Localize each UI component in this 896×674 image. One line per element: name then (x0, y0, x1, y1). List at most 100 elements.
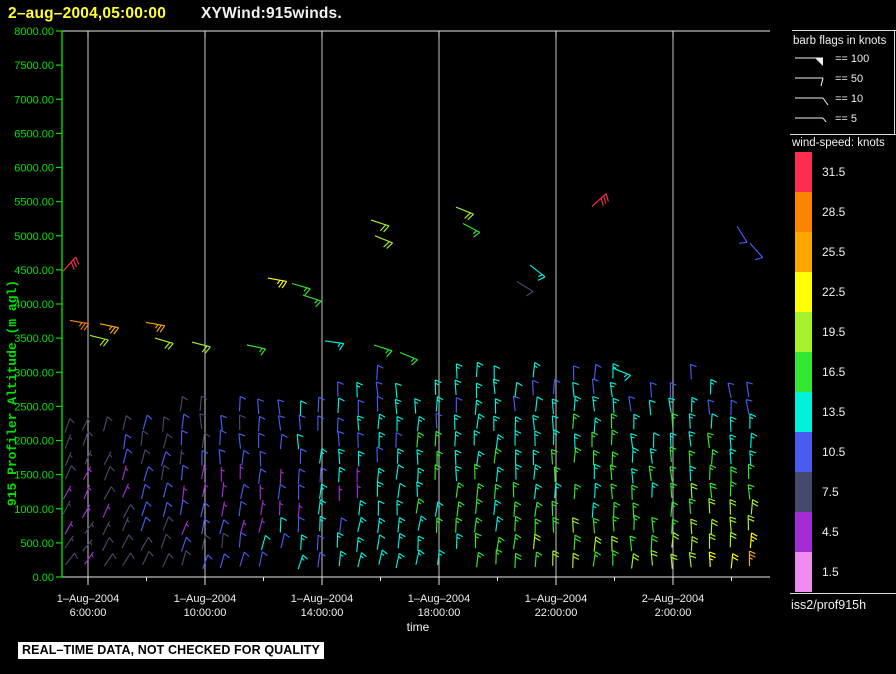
wind-barb (727, 382, 735, 398)
wind-barb (572, 552, 580, 569)
wind-barb (375, 381, 383, 398)
wind-barb (141, 501, 152, 517)
wind-barb (319, 515, 327, 532)
wind-barb (377, 500, 385, 516)
wind-barb (257, 398, 265, 415)
wind-barb (690, 482, 698, 499)
wind-barb (436, 450, 444, 467)
wind-barb (201, 464, 207, 480)
wind-barb (514, 430, 522, 446)
wind-barb (454, 449, 462, 466)
wind-barb (373, 344, 393, 358)
wind-barb (572, 517, 579, 533)
wind-barb (337, 430, 345, 447)
wind-barb (338, 466, 346, 483)
colorbar-swatch (795, 272, 812, 312)
x-axis-label: time (406, 620, 430, 634)
wind-barb (688, 551, 697, 568)
y-tick-label: 500.00 (20, 538, 54, 550)
wind-barb (648, 399, 656, 416)
wind-barb (219, 429, 227, 446)
colorbar-swatch (795, 552, 812, 592)
wind-barb (221, 482, 227, 498)
colorbar-title: wind-speed: knots (792, 137, 885, 149)
wind-barb (64, 465, 77, 480)
wind-barb (337, 381, 344, 397)
wind-barb (551, 415, 559, 431)
wind-barb (707, 432, 714, 448)
wind-barb (336, 532, 344, 548)
data-source-label: iss2/prof915h (791, 598, 867, 612)
colorbar-value: 4.5 (822, 525, 839, 539)
legend-separator-bottom (790, 593, 896, 594)
wind-barb (593, 417, 602, 433)
wind-barb (358, 500, 367, 516)
wind-barb (376, 446, 384, 463)
wind-barb (202, 554, 213, 570)
x-tick-time: 22:00:00 (535, 607, 578, 619)
wind-barb (474, 463, 481, 480)
wind-barb (612, 367, 631, 382)
wind-barb (514, 515, 522, 532)
wind-barb (122, 448, 133, 464)
wind-barb (650, 534, 658, 551)
title-datetime: 2–aug–2004,05:00:00 (8, 5, 167, 22)
wind-barb (709, 482, 717, 499)
wind-barb (397, 517, 406, 533)
wind-barb (631, 467, 638, 484)
wind-barb (670, 482, 678, 499)
wind-barb (221, 501, 228, 517)
colorbar-value: 22.5 (822, 285, 846, 299)
wind-barb (593, 536, 602, 552)
wind-barb (649, 381, 657, 398)
wind-barb (493, 415, 500, 432)
wind-barb (573, 483, 582, 500)
x-tick-time: 18:00:00 (418, 607, 461, 619)
wind-barb (609, 464, 617, 481)
legend-separator-mid (790, 134, 896, 135)
wind-barb (612, 362, 620, 379)
wind-barb (64, 434, 73, 449)
wind-barb (610, 413, 618, 429)
wind-barb (69, 319, 90, 331)
wind-barb (336, 417, 345, 433)
wind-barb (102, 521, 111, 536)
wind-barb (631, 447, 640, 463)
wind-barb (357, 450, 365, 467)
wind-barb (534, 430, 541, 447)
wind-barb (219, 553, 230, 569)
wind-barb (729, 531, 737, 548)
colorbar-swatch (795, 352, 812, 392)
wind-barb (416, 431, 425, 448)
wind-barb (258, 551, 268, 567)
wind-barb (532, 379, 539, 396)
wind-barb (629, 535, 637, 552)
wind-barb (493, 499, 502, 516)
wind-barb (64, 451, 73, 467)
wind-barb (356, 536, 365, 553)
wind-barb (610, 483, 618, 499)
wind-barb (298, 414, 306, 431)
wind-barb (454, 430, 462, 447)
wind-barb (730, 553, 739, 569)
wind-barb (374, 235, 393, 249)
wind-barb (241, 449, 250, 466)
wind-barb (455, 465, 462, 482)
wind-barb (356, 467, 361, 483)
wind-barb (257, 415, 266, 432)
x-tick-date: 2–Aug–2004 (642, 593, 704, 605)
wind-barb (455, 533, 464, 549)
wind-barb (122, 415, 132, 431)
wind-barb (434, 464, 442, 480)
wind-barb (533, 464, 542, 480)
wind-barb (357, 552, 367, 568)
wind-barb (89, 334, 109, 347)
wind-barb (399, 351, 418, 366)
wind-barb (533, 483, 543, 500)
wind-barb (122, 504, 135, 518)
wind-barb (394, 382, 402, 399)
wind-barb (162, 416, 170, 432)
wind-barb (297, 468, 306, 484)
wind-barb (532, 362, 541, 378)
wind-barb (238, 500, 247, 517)
